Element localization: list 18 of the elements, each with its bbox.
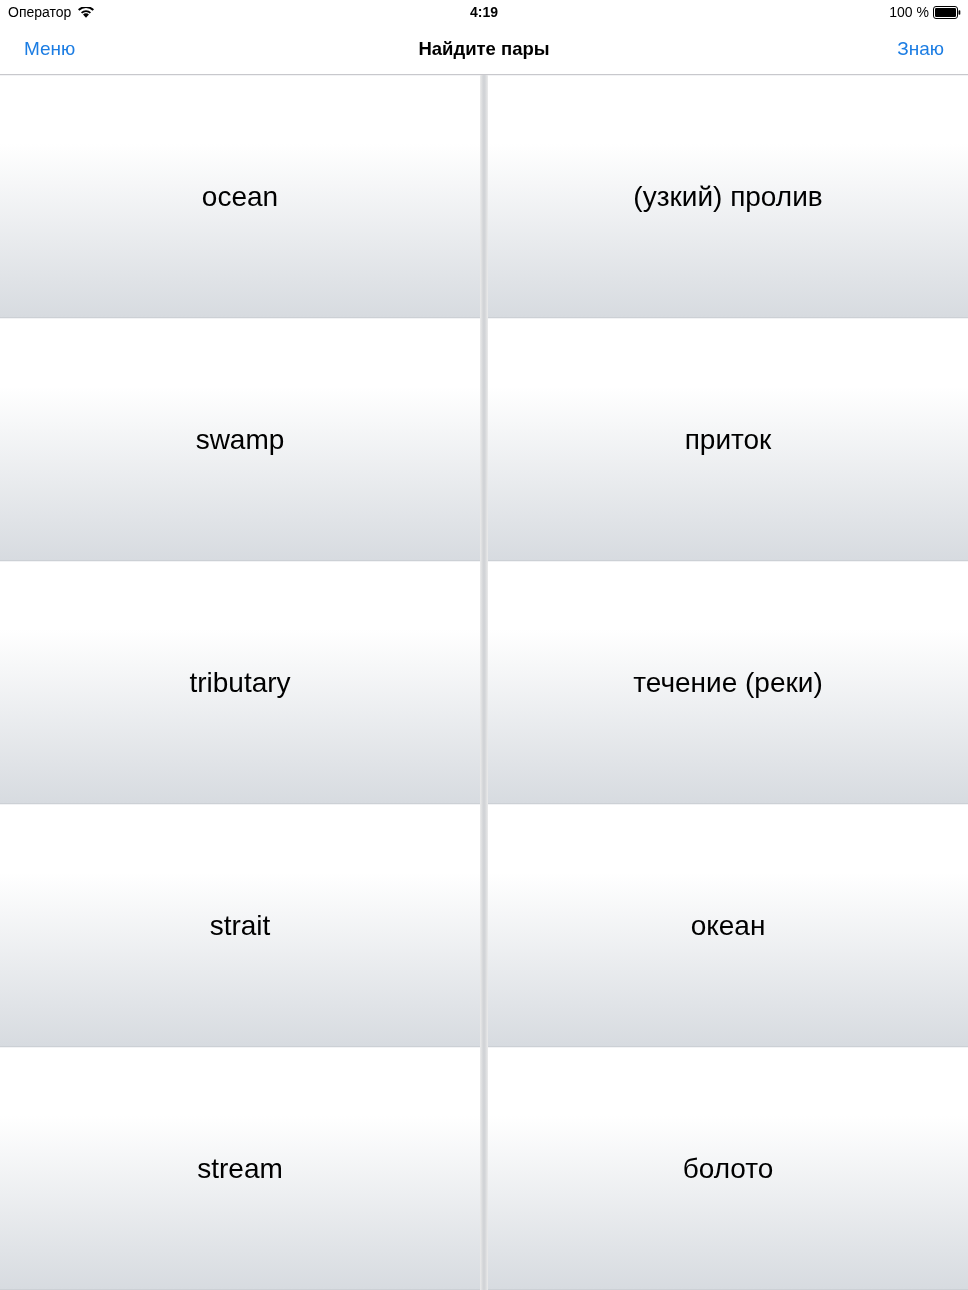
- battery-icon: [933, 5, 961, 19]
- word-card[interactable]: океан: [488, 804, 968, 1047]
- word-card[interactable]: болото: [488, 1047, 968, 1290]
- know-button[interactable]: Знаю: [897, 38, 944, 60]
- wifi-icon: [78, 6, 95, 18]
- word-card[interactable]: tributary: [0, 561, 480, 804]
- word-card[interactable]: (узкий) пролив: [488, 75, 968, 318]
- word-card[interactable]: swamp: [0, 318, 480, 561]
- word-card[interactable]: ocean: [0, 75, 480, 318]
- menu-button[interactable]: Меню: [24, 38, 76, 60]
- battery-percent: 100 %: [889, 4, 929, 20]
- word-card[interactable]: течение (реки): [488, 561, 968, 804]
- word-card[interactable]: приток: [488, 318, 968, 561]
- carrier-name: Оператор: [8, 4, 72, 20]
- screen-title: Найдите пары: [418, 38, 550, 60]
- status-time: 4:19: [470, 4, 498, 20]
- word-card[interactable]: stream: [0, 1047, 480, 1290]
- word-card[interactable]: strait: [0, 804, 480, 1047]
